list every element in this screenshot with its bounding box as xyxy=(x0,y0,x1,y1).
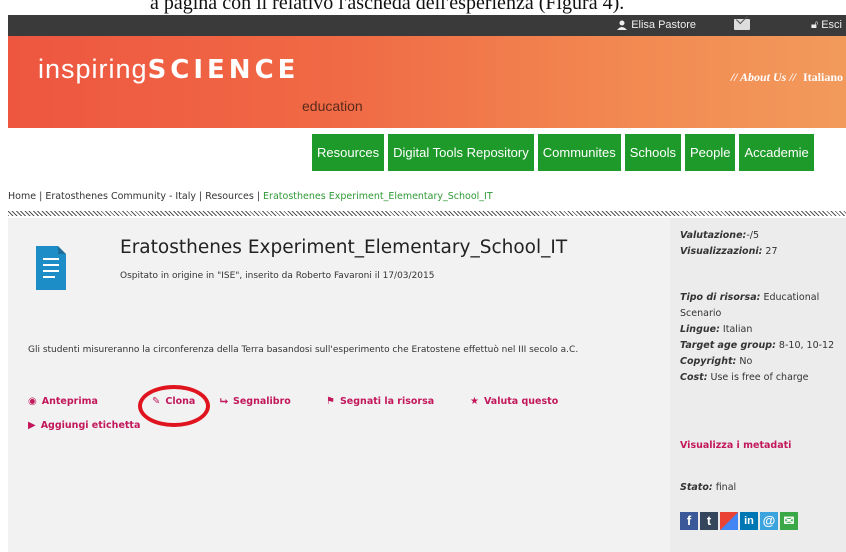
copyright-value: No xyxy=(739,356,753,367)
add-tag-button[interactable]: ▶ Aggiungi etichetta xyxy=(28,420,140,431)
mark-resource-label: Segnati la risorsa xyxy=(339,396,435,407)
lock-icon: 🔓︎ xyxy=(811,19,819,31)
nav-item-people[interactable]: People xyxy=(684,134,736,171)
document-icon xyxy=(36,246,66,290)
nav-item-schools[interactable]: Schools xyxy=(624,134,681,171)
breadcrumb-home[interactable]: Home xyxy=(8,191,36,202)
preview-label: Anteprima xyxy=(41,396,98,407)
language-selector[interactable]: Italiano xyxy=(803,70,843,85)
breadcrumb-sep: | xyxy=(253,191,264,202)
linkedin-icon[interactable]: in xyxy=(740,512,758,530)
preview-button[interactable]: ◉ Anteprima xyxy=(28,396,98,407)
google-icon[interactable] xyxy=(720,512,738,530)
top-bar: Elisa Pastore 🔓︎ Esci xyxy=(8,15,846,36)
resource-title: Eratosthenes Experiment_Elementary_Schoo… xyxy=(120,237,568,258)
tag-icon: ⮡ xyxy=(220,396,228,407)
type-label: Tipo di risorsa: xyxy=(680,292,761,303)
main-nav: Resources Digital Tools Repository Commu… xyxy=(312,134,814,171)
stats-block: Valutazione:-/5 Visualizzazioni: 27 xyxy=(680,228,840,260)
logo-science: SCIENCE xyxy=(147,55,300,85)
cost-label: Cost: xyxy=(680,372,708,383)
breadcrumb-resources[interactable]: Resources xyxy=(205,191,254,202)
breadcrumb-current: Eratosthenes Experiment_Elementary_Schoo… xyxy=(263,191,493,202)
nav-item-academies[interactable]: Accademie xyxy=(739,134,814,171)
breadcrumb: Home | Eratosthenes Community - Italy | … xyxy=(8,191,493,202)
document-caption: a pagina con il relativo l'ascheda dell'… xyxy=(0,0,846,15)
status-block: Stato: final xyxy=(680,480,840,496)
tumblr-icon[interactable]: t xyxy=(700,512,718,530)
status-value: final xyxy=(715,482,737,493)
caption-text: a pagina con il relativo l'ascheda dell'… xyxy=(150,0,625,14)
about-us-link[interactable]: // About Us // xyxy=(731,70,796,85)
site-logo[interactable]: inspiringSCIENCE education xyxy=(38,54,363,114)
user-name: Elisa Pastore xyxy=(631,19,696,31)
bookmark-label: Segnalibro xyxy=(233,396,291,407)
social-share: f t in @ ✉ xyxy=(680,512,798,530)
logout-link[interactable]: 🔓︎ Esci xyxy=(811,19,842,32)
user-menu[interactable]: Elisa Pastore xyxy=(617,19,696,31)
mail-icon[interactable] xyxy=(734,19,750,30)
divider xyxy=(8,211,846,216)
nav-item-communities[interactable]: Communites xyxy=(537,134,621,171)
breadcrumb-community[interactable]: Eratosthenes Community - Italy xyxy=(45,191,196,202)
facebook-icon[interactable]: f xyxy=(680,512,698,530)
age-value: 8-10, 10-12 xyxy=(778,340,835,351)
details-block: Tipo di risorsa: Educational Scenario Li… xyxy=(680,290,840,386)
age-label: Target age group: xyxy=(680,340,776,351)
views-value: 27 xyxy=(765,246,778,257)
at-icon[interactable]: @ xyxy=(760,512,778,530)
eye-icon: ◉ xyxy=(28,396,37,407)
add-tag-label: Aggiungi etichetta xyxy=(40,420,141,431)
tag-icon: ▶ xyxy=(28,420,36,431)
mark-resource-button[interactable]: ⚑ Segnati la risorsa xyxy=(326,396,434,407)
resource-hosted-info: Ospitato in origine in "ISE", inserito d… xyxy=(120,271,435,281)
logout-label: Esci xyxy=(821,19,842,31)
pin-icon: ⚑ xyxy=(326,396,335,407)
logo-education: education xyxy=(302,98,363,114)
resource-description: Gli studenti misureranno la circonferenz… xyxy=(28,345,579,355)
views-label: Visualizzazioni: xyxy=(680,246,763,257)
nav-item-digital-tools[interactable]: Digital Tools Repository xyxy=(388,134,534,171)
languages-label: Lingue: xyxy=(680,324,720,335)
status-label: Stato: xyxy=(680,482,713,493)
copyright-label: Copyright: xyxy=(680,356,737,367)
email-icon[interactable]: ✉ xyxy=(780,512,798,530)
rating-value: -/5 xyxy=(746,230,760,241)
highlight-circle xyxy=(138,385,210,427)
star-icon: ★ xyxy=(470,396,479,407)
languages-value: Italian xyxy=(722,324,753,335)
resource-sidebar: Valutazione:-/5 Visualizzazioni: 27 Tipo… xyxy=(670,218,846,552)
view-metadata-link[interactable]: Visualizza i metadati xyxy=(680,440,791,451)
rate-label: Valuta questo xyxy=(483,396,559,407)
user-icon xyxy=(617,20,628,30)
logo-inspiring: inspiring xyxy=(38,54,148,84)
rating-label: Valutazione: xyxy=(680,230,747,241)
resource-panel: Eratosthenes Experiment_Elementary_Schoo… xyxy=(8,218,670,552)
bookmark-button[interactable]: ⮡ Segnalibro xyxy=(220,396,291,407)
breadcrumb-sep: | xyxy=(196,191,206,202)
breadcrumb-sep: | xyxy=(36,191,46,202)
rate-button[interactable]: ★ Valuta questo xyxy=(470,396,558,407)
cost-value: Use is free of charge xyxy=(710,372,809,383)
nav-item-resources[interactable]: Resources xyxy=(312,134,385,171)
site-header: inspiringSCIENCE education // About Us /… xyxy=(8,36,846,128)
